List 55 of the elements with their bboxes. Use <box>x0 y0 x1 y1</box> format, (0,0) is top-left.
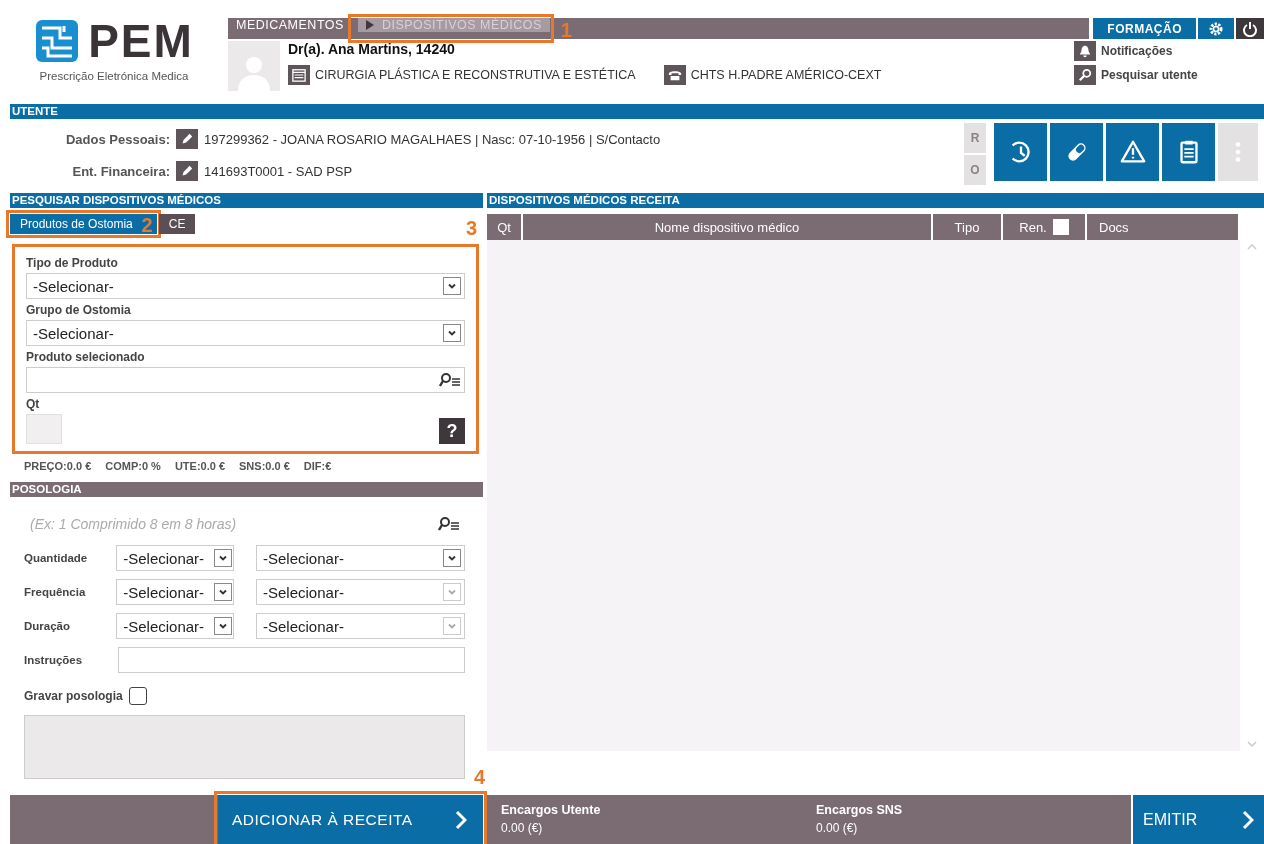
column-header: Qt <box>487 214 523 240</box>
field-label: Quantidade <box>24 552 89 564</box>
nav-tab[interactable]: MEDICAMENTOS <box>228 18 352 32</box>
select-field[interactable]: -Selecionar- <box>26 273 465 299</box>
callout-number: 2 <box>141 215 153 235</box>
field-label: Grupo de Ostomia <box>26 303 132 317</box>
charge-value: 0.00 (€) <box>501 821 544 835</box>
total-text: PREÇO:0.0 € <box>24 460 92 472</box>
logo-subtitle: Prescrição Eletrónica Medica <box>39 70 189 82</box>
field-value: 197299362 - JOANA ROSARIO MAGALHAES | Nasc: 07-10-1956 | S/Contacto <box>204 131 661 147</box>
location-text: CHTS H.PADRE AMÉRICO-CEXT <box>690 68 882 82</box>
column-header: Nome dispositivo médico <box>523 214 933 240</box>
total-text: DIF:€ <box>303 460 332 472</box>
select-field[interactable]: -Selecionar- <box>256 545 465 571</box>
emit-button[interactable]: EMITIR <box>1133 795 1264 844</box>
column-header: Tipo <box>933 214 1003 240</box>
header-link[interactable]: Pesquisar utente <box>1101 68 1198 82</box>
select-field[interactable]: -Selecionar- <box>116 545 234 571</box>
header-link[interactable]: Notificações <box>1101 44 1173 58</box>
field-label: Frequência <box>24 586 87 598</box>
field-label: Dados Pessoais: <box>64 131 170 147</box>
section-header: POSOLOGIA <box>10 482 483 497</box>
total-text: UTE:0.0 € <box>174 460 225 472</box>
section-header: PESQUISAR DISPOSITIVOS MÉDICOS <box>10 193 483 208</box>
specialty-text: CIRURGIA PLÁSTICA E RECONSTRUTIVA E ESTÉTICA <box>315 68 636 82</box>
field-label: Ent. Financeira: <box>71 163 170 179</box>
callout-number: 4 <box>473 767 485 787</box>
section-header: DISPOSITIVOS MÉDICOS RECEITA <box>487 193 1264 208</box>
select-field[interactable]: -Selecionar- <box>116 613 234 639</box>
callout-number: 3 <box>465 218 477 238</box>
field-label: Produto selecionado <box>26 350 146 364</box>
callout-number: 1 <box>560 20 572 40</box>
total-text: COMP:0 % <box>105 460 161 472</box>
charge-value: 0.00 (€) <box>816 821 859 835</box>
help-button[interactable]: ? <box>439 418 465 444</box>
column-header: Ren. <box>1003 214 1087 240</box>
select-field[interactable]: -Selecionar- <box>116 579 234 605</box>
checkbox-label: Gravar posologia <box>24 689 123 703</box>
field-label: Instruções <box>24 654 84 666</box>
field-value: 141693T0001 - SAD PSP <box>204 163 353 179</box>
field-label: Duração <box>24 620 72 632</box>
column-header: Docs <box>1087 214 1240 240</box>
charge-label: Encargos SNS <box>816 803 904 817</box>
total-text: SNS:0.0 € <box>239 460 290 472</box>
select-field[interactable]: -Selecionar- <box>26 320 465 346</box>
doctor-name: Dr(a). Ana Martins, 14240 <box>288 41 456 57</box>
training-button[interactable]: FORMAÇÃO <box>1093 18 1196 39</box>
add-to-prescription-button[interactable]: ADICIONAR À RECEITA <box>218 795 483 844</box>
tab[interactable]: CE <box>158 214 196 234</box>
logo-text: PEM <box>88 18 194 64</box>
charge-label: Encargos Utente <box>501 803 602 817</box>
posology-search-field[interactable]: (Ex: 1 Comprimido 8 em 8 horas) <box>24 511 465 537</box>
field-label: Tipo de Produto <box>26 256 119 270</box>
field-label: Qt <box>26 397 41 411</box>
section-header: UTENTE <box>10 104 1264 119</box>
